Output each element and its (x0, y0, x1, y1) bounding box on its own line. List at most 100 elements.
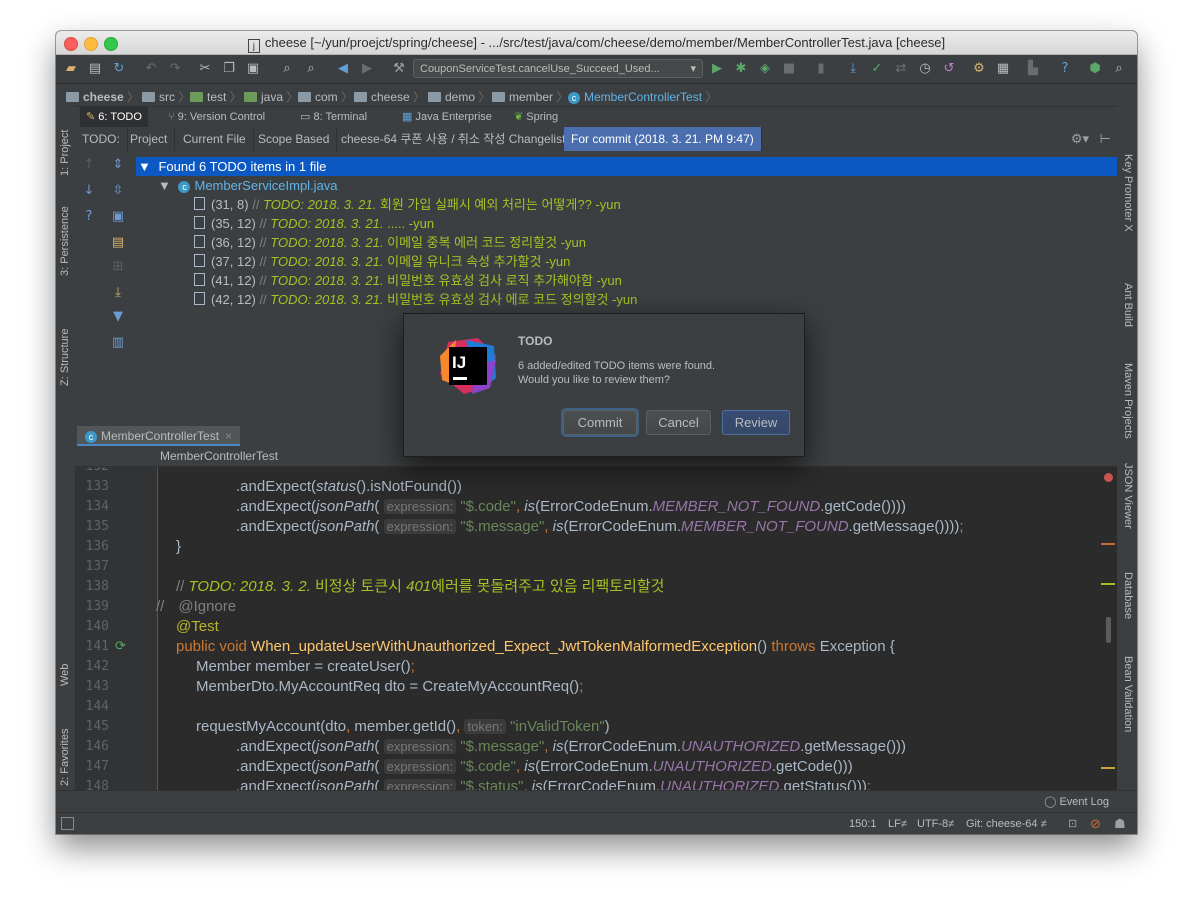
redo-icon[interactable]: ↷ (166, 60, 184, 78)
vcs-history-icon[interactable]: ◷ (916, 60, 934, 78)
git-branch-select[interactable]: Git: cheese-64 ≠ (966, 818, 1047, 830)
tool-window-bean-validation[interactable]: Bean Validation (1122, 656, 1134, 732)
save-icon[interactable]: ▤ (86, 60, 104, 78)
tool-window-database[interactable]: Database (1122, 572, 1134, 619)
help-icon[interactable]: ? (1056, 60, 1074, 78)
event-log-button[interactable]: ◯ Event Log (1044, 795, 1109, 808)
project-structure-icon[interactable]: ▦ (994, 60, 1012, 78)
filter-icon[interactable]: ▼ (110, 309, 126, 325)
search-everywhere-icon[interactable]: ⌕ (1110, 60, 1128, 78)
plugin-icon[interactable]: ⬢ (1086, 60, 1104, 78)
vcs-revert-icon[interactable]: ↺ (940, 60, 958, 78)
tool-window-web[interactable]: Web (59, 664, 71, 686)
debug-icon[interactable]: ✱ (732, 60, 750, 78)
group-by-module-icon[interactable]: ⊞ (110, 259, 126, 275)
tool-window-json-viewer[interactable]: JSON Viewer (1122, 463, 1134, 529)
todo-item-row[interactable]: (41, 12) // TODO: 2018. 3. 21. 비밀번호 유효성 … (136, 271, 1117, 290)
vcs-compare-icon[interactable]: ⇄ (892, 60, 910, 78)
forward-icon[interactable]: ▶ (358, 60, 376, 78)
todo-summary-row[interactable]: ▼ Found 6 TODO items in 1 file (136, 157, 1117, 176)
line-separator-select[interactable]: LF≠ (888, 818, 907, 830)
todo-item-row[interactable]: (42, 12) // TODO: 2018. 3. 21. 비밀번호 유효성 … (136, 290, 1117, 309)
close-icon[interactable]: × (225, 429, 232, 443)
coverage-icon[interactable]: ◈ (756, 60, 774, 78)
tab-todo[interactable]: ✎ 6: TODO (80, 107, 148, 127)
encoding-select[interactable]: UTF-8≠ (917, 818, 954, 830)
error-stripe-mark[interactable] (1101, 543, 1115, 545)
sdk-icon[interactable]: ▙ (1024, 60, 1042, 78)
find-icon[interactable]: ⌕ (278, 60, 296, 78)
hide-panel-icon[interactable]: ⊢ (1100, 131, 1111, 147)
replace-icon[interactable]: ⌕ (302, 60, 320, 78)
commit-button[interactable]: Commit (563, 410, 637, 435)
tool-window-maven[interactable]: Maven Projects (1122, 363, 1134, 439)
arrow-down-icon[interactable]: ↓ (81, 183, 97, 199)
tool-window-project[interactable]: 1: Project (59, 130, 71, 176)
run-icon[interactable]: ▶ (708, 60, 726, 78)
tab-terminal[interactable]: ▭ 8: Terminal (294, 107, 373, 127)
cancel-button[interactable]: Cancel (646, 410, 711, 435)
memory-indicator-icon[interactable]: ☗ (1114, 816, 1126, 832)
error-indicator-icon[interactable] (1104, 473, 1113, 482)
warning-stripe-mark[interactable] (1101, 767, 1115, 769)
export-icon[interactable]: ⤓ (110, 285, 126, 301)
stop-icon[interactable]: ■ (780, 60, 798, 78)
run-test-gutter-icon[interactable]: ⟳ (115, 637, 126, 657)
scope-tab-project[interactable]: Project (123, 127, 176, 151)
scope-tab-for-commit[interactable]: For commit (2018. 3. 21. PM 9:47) (564, 127, 762, 151)
attach-icon[interactable]: ▮ (812, 60, 830, 78)
tool-window-ant-build[interactable]: Ant Build (1122, 283, 1134, 327)
breadcrumb-item[interactable]: com 〉 (298, 88, 353, 105)
vcs-update-icon[interactable]: ⤓ (844, 60, 862, 78)
tool-window-toggle-icon[interactable] (61, 817, 74, 830)
build-icon[interactable]: ⚒ (390, 60, 408, 78)
breadcrumb-item[interactable]: src 〉 (142, 88, 190, 105)
editor-breadcrumb-item[interactable]: MemberControllerTest (160, 449, 278, 463)
cut-icon[interactable]: ✂ (196, 60, 214, 78)
expand-all-icon[interactable]: ⇕ (110, 157, 126, 173)
collapse-all-icon[interactable]: ⇳ (110, 183, 126, 199)
review-button[interactable]: Review (722, 410, 790, 435)
inspector-icon[interactable]: ⊘ (1090, 816, 1101, 832)
copy-icon[interactable]: ❐ (220, 60, 238, 78)
vcs-commit-icon[interactable]: ✓ (868, 60, 886, 78)
tool-window-key-promoter[interactable]: Key Promoter X (1122, 154, 1134, 232)
gear-icon[interactable]: ⚙▾ (1071, 131, 1089, 147)
scope-tab-changelist[interactable]: cheese-64 쿠폰 사용 / 취소 작성 Changelist (334, 127, 574, 151)
tool-window-structure[interactable]: Z: Structure (59, 329, 71, 386)
settings-icon[interactable]: ⚙ (970, 60, 988, 78)
arrow-up-icon[interactable]: ↑ (81, 157, 97, 173)
help-icon[interactable]: ? (81, 209, 97, 225)
lock-icon[interactable]: ⊡ (1068, 817, 1077, 830)
autoscroll-icon[interactable]: ▣ (110, 209, 126, 225)
paste-icon[interactable]: ▣ (244, 60, 262, 78)
tool-window-favorites[interactable]: 2: Favorites (59, 729, 71, 786)
breadcrumb-item[interactable]: cheese 〉 (354, 88, 425, 105)
sync-icon[interactable]: ↻ (110, 60, 128, 78)
breadcrumb-item[interactable]: test 〉 (190, 88, 242, 105)
tab-spring[interactable]: ❦ Spring (508, 107, 564, 127)
editor-scrollbar-thumb[interactable] (1106, 617, 1111, 643)
breadcrumb-item[interactable]: cheese 〉 (66, 88, 139, 105)
undo-icon[interactable]: ↶ (142, 60, 160, 78)
tab-version-control[interactable]: ⑂ 9: Version Control (162, 107, 271, 127)
flatten-icon[interactable]: ▥ (110, 335, 126, 351)
breadcrumb-item[interactable]: c MemberControllerTest 〉 (568, 88, 717, 105)
tab-java-enterprise[interactable]: ▦ Java Enterprise (396, 107, 498, 127)
todo-stripe-mark[interactable] (1101, 583, 1115, 585)
editor-tab-member-controller-test[interactable]: c MemberControllerTest × (77, 426, 241, 446)
code-editor[interactable]: 132 133.andExpect(status().isNotFound())… (75, 467, 1117, 790)
todo-item-row[interactable]: (37, 12) // TODO: 2018. 3. 21. 이메일 유니크 속… (136, 252, 1117, 271)
scope-tab-scope-based[interactable]: Scope Based (251, 127, 338, 151)
tool-window-persistence[interactable]: 3: Persistence (59, 206, 71, 276)
caret-position[interactable]: 150:1 (849, 818, 877, 830)
todo-item-row[interactable]: (35, 12) // TODO: 2018. 3. 21. ..... -yu… (136, 214, 1117, 233)
todo-file-row[interactable]: ▼ c MemberServiceImpl.java (136, 176, 1117, 195)
scope-tab-current-file[interactable]: Current File (176, 127, 254, 151)
breadcrumb-item[interactable]: member 〉 (492, 88, 568, 105)
back-icon[interactable]: ◀ (334, 60, 352, 78)
run-configuration-select[interactable]: CouponServiceTest.cancelUse_Succeed_Used… (413, 59, 703, 78)
breadcrumb-item[interactable]: java 〉 (244, 88, 298, 105)
todo-item-row[interactable]: (31, 8) // TODO: 2018. 3. 21. 회원 가입 실패시 … (136, 195, 1117, 214)
preview-icon[interactable]: ▤ (110, 235, 126, 251)
